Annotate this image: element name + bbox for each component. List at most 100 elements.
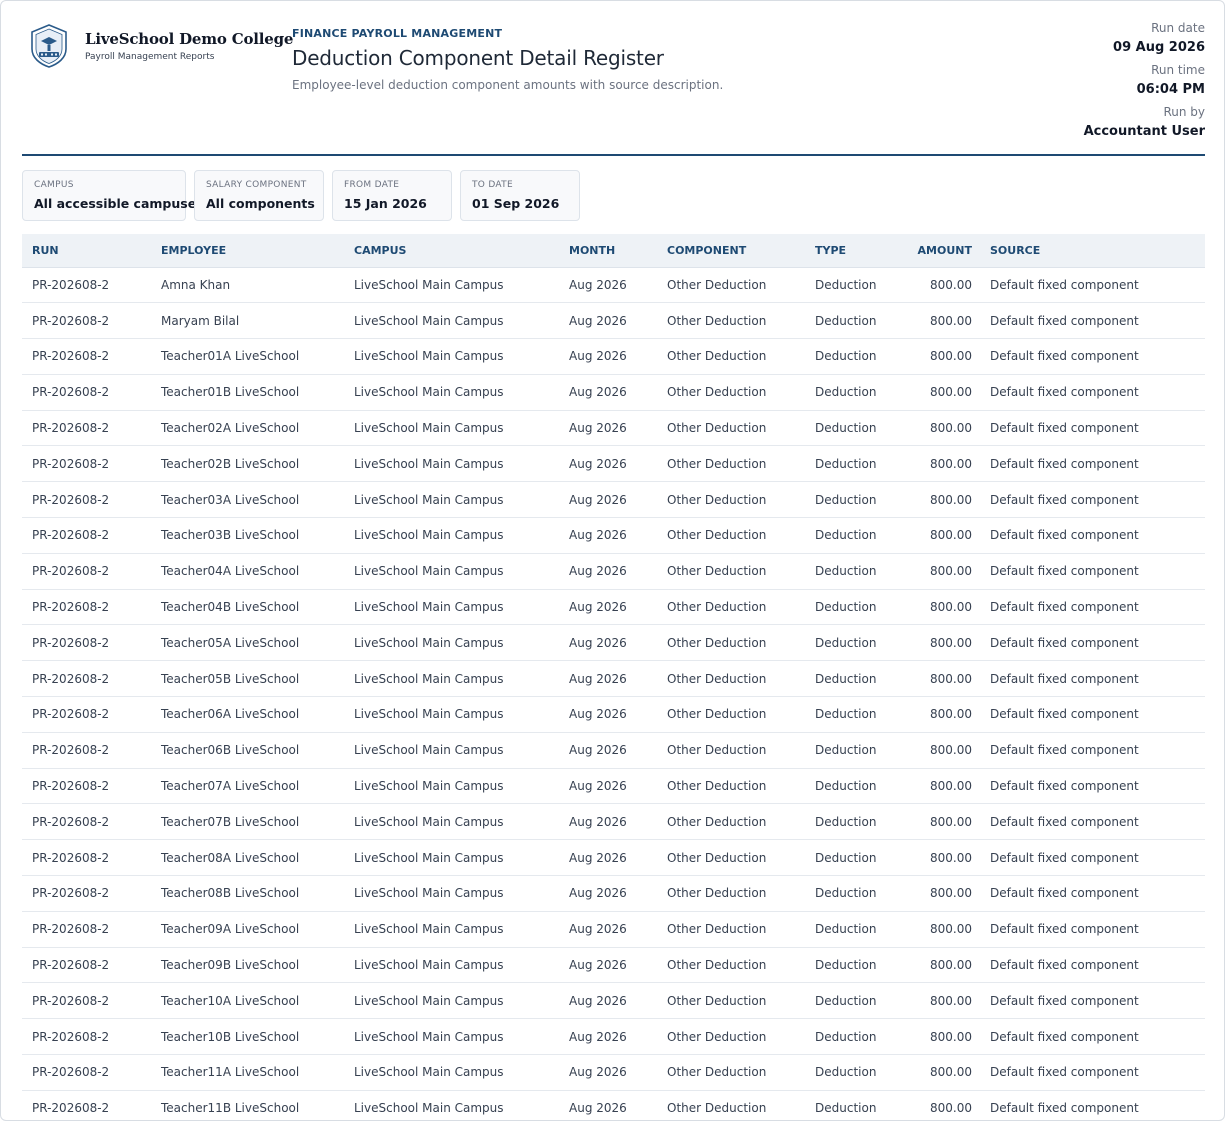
cell-type: Deduction <box>815 313 877 328</box>
column-header-run[interactable]: RUN <box>22 234 151 268</box>
cell-employee: Teacher07B LiveSchool <box>161 814 300 829</box>
cell-component: Other Deduction <box>667 635 767 650</box>
table-row[interactable]: PR-202608-2 Teacher02A LiveSchool LiveScho… <box>22 410 1205 446</box>
cell-campus: LiveSchool Main Campus <box>354 313 504 328</box>
table-row[interactable]: PR-202608-2 Teacher08A LiveSchool LiveScho… <box>22 840 1205 876</box>
table-row[interactable]: PR-202608-2 Teacher06B LiveSchool LiveScho… <box>22 732 1205 769</box>
table-row[interactable]: PR-202608-2 Teacher05A LiveSchool LiveScho… <box>22 625 1205 661</box>
table-row[interactable]: PR-202608-2 Teacher04A LiveSchool LiveScho… <box>22 553 1205 590</box>
table-row[interactable]: PR-202608-2 Teacher07A LiveSchool LiveScho… <box>22 768 1205 804</box>
cell-type: Deduction <box>815 993 877 1008</box>
cell-type: Deduction <box>815 385 877 400</box>
table-row[interactable]: PR-202608-2 Teacher10A LiveSchool LiveScho… <box>22 983 1205 1019</box>
cell-source: Default fixed component <box>990 421 1139 436</box>
table-row[interactable]: PR-202608-2 Teacher08B LiveSchool LiveScho… <box>22 876 1205 912</box>
cell-run: PR-202608-2 <box>32 421 110 436</box>
column-header-component[interactable]: COMPONENT <box>657 234 805 268</box>
table-row[interactable]: PR-202608-2 Teacher03B LiveSchool LiveScho… <box>22 518 1205 554</box>
table-row[interactable]: PR-202608-2 Teacher11A LiveSchool LiveScho… <box>22 1055 1205 1091</box>
cell-type: Deduction <box>815 635 877 650</box>
table-row[interactable]: PR-202608-2 Teacher05B LiveSchool LiveScho… <box>22 661 1205 697</box>
cell-month: Aug 2026 <box>569 850 627 865</box>
table-row[interactable]: PR-202608-2 Teacher01A LiveSchool LiveScho… <box>22 339 1205 375</box>
table-row[interactable]: PR-202608-2 Amna Khan LiveSchool Main Camp… <box>22 267 1205 303</box>
cell-amount: 800.00 <box>930 635 972 650</box>
cell-employee: Teacher05B LiveSchool <box>161 671 300 686</box>
cell-component: Other Deduction <box>667 564 767 579</box>
cell-component: Other Deduction <box>667 779 767 794</box>
cell-run: PR-202608-2 <box>32 671 110 686</box>
cell-type: Deduction <box>815 564 877 579</box>
cell-amount: 800.00 <box>930 564 972 579</box>
table-row[interactable]: PR-202608-2 Teacher09A LiveSchool LiveScho… <box>22 911 1205 948</box>
cell-type: Deduction <box>815 528 877 543</box>
filter-value: All components <box>206 196 315 211</box>
column-header-type[interactable]: TYPE <box>805 234 893 268</box>
table-row[interactable]: PR-202608-2 Teacher10B LiveSchool LiveScho… <box>22 1019 1205 1055</box>
cell-amount: 800.00 <box>930 1101 972 1116</box>
cell-component: Other Deduction <box>667 421 767 436</box>
cell-run: PR-202608-2 <box>32 492 110 507</box>
table-body: PR-202608-2 Amna Khan LiveSchool Main Camp… <box>22 267 1205 1120</box>
cell-employee: Teacher02A LiveSchool <box>161 421 300 436</box>
cell-run: PR-202608-2 <box>32 922 110 937</box>
table-row[interactable]: PR-202608-2 Teacher04B LiveSchool LiveScho… <box>22 589 1205 625</box>
cell-month: Aug 2026 <box>569 277 627 292</box>
cell-source: Default fixed component <box>990 922 1139 937</box>
column-header-source[interactable]: SOURCE <box>980 234 1205 268</box>
table-row[interactable]: PR-202608-2 Teacher01B LiveSchool LiveScho… <box>22 374 1205 411</box>
table-row[interactable]: PR-202608-2 Teacher03A LiveSchool LiveScho… <box>22 482 1205 518</box>
cell-employee: Teacher06A LiveSchool <box>161 707 300 722</box>
cell-month: Aug 2026 <box>569 886 627 901</box>
run-by-value: Accountant User <box>1083 124 1205 139</box>
cell-employee: Teacher09B LiveSchool <box>161 958 300 973</box>
filter-label: TO DATE <box>472 180 513 190</box>
filter-from-date: FROM DATE 15 Jan 2026 <box>332 170 452 221</box>
table-row[interactable]: PR-202608-2 Teacher09B LiveSchool LiveScho… <box>22 947 1205 983</box>
cell-run: PR-202608-2 <box>32 600 110 615</box>
cell-run: PR-202608-2 <box>32 1029 110 1044</box>
table-row[interactable]: PR-202608-2 Maryam Bilal LiveSchool Main C… <box>22 303 1205 339</box>
cell-employee: Teacher11A LiveSchool <box>161 1065 300 1080</box>
report-page: LiveSchool Demo College Payroll Manageme… <box>0 0 1225 1121</box>
cell-campus: LiveSchool Main Campus <box>354 886 504 901</box>
filter-summary: CAMPUS All accessible campuses SALARY CO… <box>22 170 580 221</box>
cell-employee: Teacher10B LiveSchool <box>161 1029 300 1044</box>
table-row[interactable]: PR-202608-2 Teacher02B LiveSchool LiveScho… <box>22 446 1205 482</box>
cell-run: PR-202608-2 <box>32 528 110 543</box>
cell-campus: LiveSchool Main Campus <box>354 850 504 865</box>
cell-month: Aug 2026 <box>569 958 627 973</box>
college-name: LiveSchool Demo College <box>85 30 294 48</box>
cell-source: Default fixed component <box>990 349 1139 364</box>
column-header-amount[interactable]: AMOUNT <box>893 234 980 268</box>
cell-campus: LiveSchool Main Campus <box>354 492 504 507</box>
column-header-employee[interactable]: EMPLOYEE <box>151 234 344 268</box>
cell-month: Aug 2026 <box>569 600 627 615</box>
cell-source: Default fixed component <box>990 1029 1139 1044</box>
cell-employee: Teacher11B LiveSchool <box>161 1101 300 1116</box>
table-header-row: RUN EMPLOYEE CAMPUS MONTH COMPONENT TYPE… <box>22 234 1205 268</box>
cell-amount: 800.00 <box>930 779 972 794</box>
cell-employee: Teacher05A LiveSchool <box>161 635 300 650</box>
table-row[interactable]: PR-202608-2 Teacher07B LiveSchool LiveScho… <box>22 804 1205 840</box>
brand: LiveSchool Demo College Payroll Manageme… <box>26 23 293 69</box>
cell-source: Default fixed component <box>990 277 1139 292</box>
table-row[interactable]: PR-202608-2 Teacher06A LiveSchool LiveScho… <box>22 697 1205 733</box>
column-header-month[interactable]: MONTH <box>559 234 657 268</box>
cell-amount: 800.00 <box>930 1029 972 1044</box>
cell-employee: Teacher01A LiveSchool <box>161 349 300 364</box>
cell-amount: 800.00 <box>930 707 972 722</box>
cell-type: Deduction <box>815 671 877 686</box>
report-header: LiveSchool Demo College Payroll Manageme… <box>22 19 1205 155</box>
column-header-campus[interactable]: CAMPUS <box>344 234 559 268</box>
table-row[interactable]: PR-202608-2 Teacher11B LiveSchool LiveScho… <box>22 1090 1205 1120</box>
college-subtitle: Payroll Management Reports <box>85 52 215 62</box>
cell-run: PR-202608-2 <box>32 277 110 292</box>
cell-campus: LiveSchool Main Campus <box>354 456 504 471</box>
cell-month: Aug 2026 <box>569 528 627 543</box>
cell-amount: 800.00 <box>930 850 972 865</box>
cell-run: PR-202608-2 <box>32 958 110 973</box>
cell-employee: Teacher08B LiveSchool <box>161 886 300 901</box>
cell-source: Default fixed component <box>990 993 1139 1008</box>
cell-amount: 800.00 <box>930 313 972 328</box>
